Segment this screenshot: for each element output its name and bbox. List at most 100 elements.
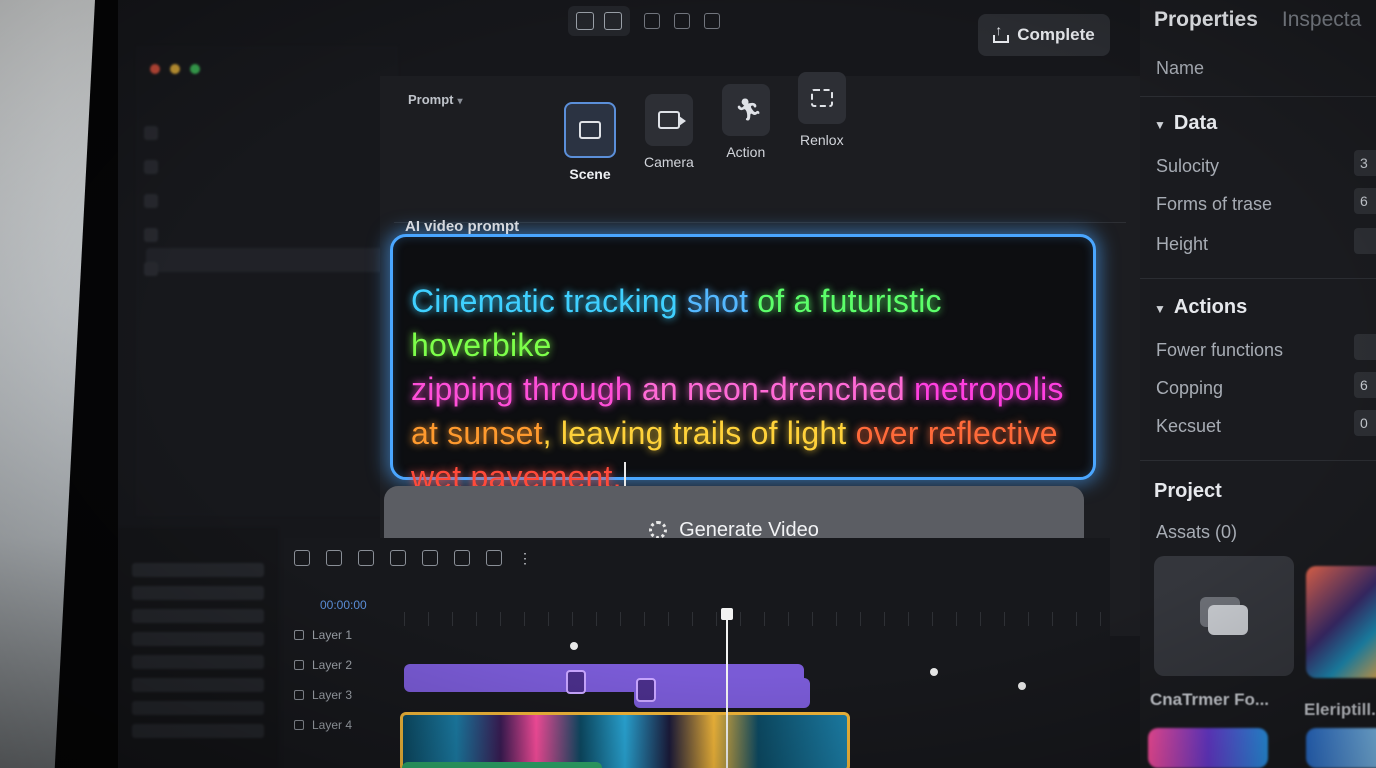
copy-icon[interactable]	[454, 550, 470, 566]
mode-label: Renlox	[800, 132, 844, 148]
data-row-value[interactable]: 6	[1354, 188, 1376, 214]
keyframe-marker[interactable]	[566, 670, 586, 694]
complete-button[interactable]: Complete	[978, 14, 1110, 56]
action-row-value[interactable]	[1354, 334, 1376, 360]
lock-icon[interactable]	[294, 690, 304, 700]
sidebar-icon[interactable]	[144, 194, 158, 208]
layer-row[interactable]: Layer 3	[284, 680, 404, 710]
list-item[interactable]	[132, 632, 264, 646]
mode-label: Action	[726, 144, 766, 160]
tab-properties[interactable]: Properties	[1154, 8, 1258, 32]
divider	[1140, 96, 1376, 97]
lock-icon[interactable]	[294, 630, 304, 640]
sidebar-icon[interactable]	[144, 262, 158, 276]
nav-row[interactable]	[146, 128, 388, 152]
keyframe-marker[interactable]	[636, 678, 656, 702]
layer-row[interactable]: Layer 4	[284, 710, 404, 740]
complete-button-label: Complete	[1017, 25, 1095, 44]
lock-icon[interactable]	[294, 660, 304, 670]
layer-list: Layer 1 Layer 2 Layer 3 Layer 4	[284, 620, 404, 740]
crop-icon[interactable]	[674, 13, 690, 29]
nav-row-selected[interactable]	[146, 248, 388, 272]
running-icon: 🏃︎	[721, 84, 770, 136]
layer-row[interactable]: Layer 2	[284, 650, 404, 680]
data-row-label: Height	[1156, 234, 1209, 254]
marker-dot[interactable]	[930, 668, 938, 676]
divider	[1140, 460, 1376, 461]
cut-icon[interactable]	[390, 550, 406, 566]
timeline-clip[interactable]	[634, 678, 810, 708]
upload-icon	[993, 22, 1010, 43]
nav-row[interactable]	[146, 158, 388, 182]
mode-renlox[interactable]: Renlox	[797, 72, 846, 182]
mode-scene[interactable]: Scene	[564, 102, 616, 182]
list-item[interactable]	[132, 655, 264, 669]
list-item[interactable]	[132, 609, 264, 623]
asset-thumbnail[interactable]	[1306, 566, 1376, 678]
data-row-value[interactable]	[1354, 228, 1376, 254]
media-tab[interactable]	[136, 534, 139, 548]
media-browser	[118, 528, 278, 768]
close-dot[interactable]	[150, 64, 160, 74]
video-clip-filmstrip[interactable]	[400, 712, 850, 768]
lock-icon[interactable]	[294, 720, 304, 730]
timeline-ruler[interactable]	[404, 612, 1110, 626]
list-item[interactable]	[132, 701, 264, 715]
tab-inspector[interactable]: Inspecta	[1282, 8, 1361, 32]
nav-row[interactable]	[146, 308, 388, 332]
mode-camera[interactable]: Camera	[644, 94, 694, 182]
marker-dot[interactable]	[1018, 682, 1026, 690]
more-icon[interactable]: ⋮	[518, 550, 534, 566]
expand-icon	[797, 72, 846, 124]
nav-row[interactable]	[146, 218, 388, 242]
list-item[interactable]	[132, 724, 264, 738]
layer-row[interactable]: Layer 1	[284, 620, 404, 650]
list-item[interactable]	[132, 678, 264, 692]
action-row-label: Copping	[1156, 378, 1224, 398]
microphone-icon[interactable]	[644, 13, 660, 29]
split-view-icon[interactable]	[604, 12, 622, 30]
data-section-header[interactable]: ▼ Data	[1154, 112, 1217, 135]
list-item[interactable]	[132, 586, 264, 600]
actions-section-header[interactable]: ▼ Actions	[1154, 296, 1247, 319]
prompt-textarea[interactable]: AI video prompt Cinematic tracking shot …	[390, 218, 1096, 495]
asset-tile[interactable]	[1154, 556, 1294, 676]
razor-tool-icon[interactable]	[326, 550, 342, 566]
music-icon[interactable]	[704, 13, 720, 29]
nav-row[interactable]	[146, 338, 388, 362]
timeline-tracks[interactable]	[400, 608, 1110, 768]
mode-action[interactable]: 🏃︎ Action	[721, 84, 770, 182]
prompt-word: at sunset	[411, 415, 543, 451]
folder-icon[interactable]	[576, 12, 594, 30]
nav-row[interactable]	[146, 278, 388, 302]
minimize-dot[interactable]	[170, 64, 180, 74]
project-section-header: Project	[1154, 480, 1222, 502]
maximize-dot[interactable]	[190, 64, 200, 74]
prompt-word: metropolis	[913, 371, 1064, 407]
data-row-value[interactable]: 3	[1354, 150, 1376, 176]
crop-icon[interactable]	[422, 550, 438, 566]
select-tool-icon[interactable]	[294, 550, 310, 566]
play-icon[interactable]	[358, 550, 374, 566]
action-row-value[interactable]: 6	[1354, 372, 1376, 398]
asset-thumbnail[interactable]	[1148, 728, 1268, 768]
sidebar-icon[interactable]	[144, 126, 158, 140]
sidebar-icon[interactable]	[144, 160, 158, 174]
window-controls	[136, 46, 398, 92]
assets-count-label: Assats (0)	[1156, 522, 1238, 542]
prompt-dropdown[interactable]: Prompt ▾	[408, 92, 463, 107]
playhead[interactable]	[721, 608, 733, 768]
list-item[interactable]	[132, 563, 264, 577]
nav-row[interactable]	[146, 98, 388, 122]
sidebar-icon[interactable]	[144, 228, 158, 242]
asset-thumbnail[interactable]	[1306, 728, 1376, 768]
export-icon[interactable]	[486, 550, 502, 566]
mode-label: Scene	[569, 166, 611, 182]
layer-label: Layer 1	[312, 628, 353, 642]
layer-label: Layer 3	[312, 688, 353, 702]
nav-row[interactable]	[146, 188, 388, 212]
action-row-value[interactable]: 0	[1354, 410, 1376, 436]
marker-dot[interactable]	[570, 642, 578, 650]
asset-caption: CnaTrmer Fo...	[1150, 690, 1270, 709]
audio-clip[interactable]	[402, 762, 602, 768]
